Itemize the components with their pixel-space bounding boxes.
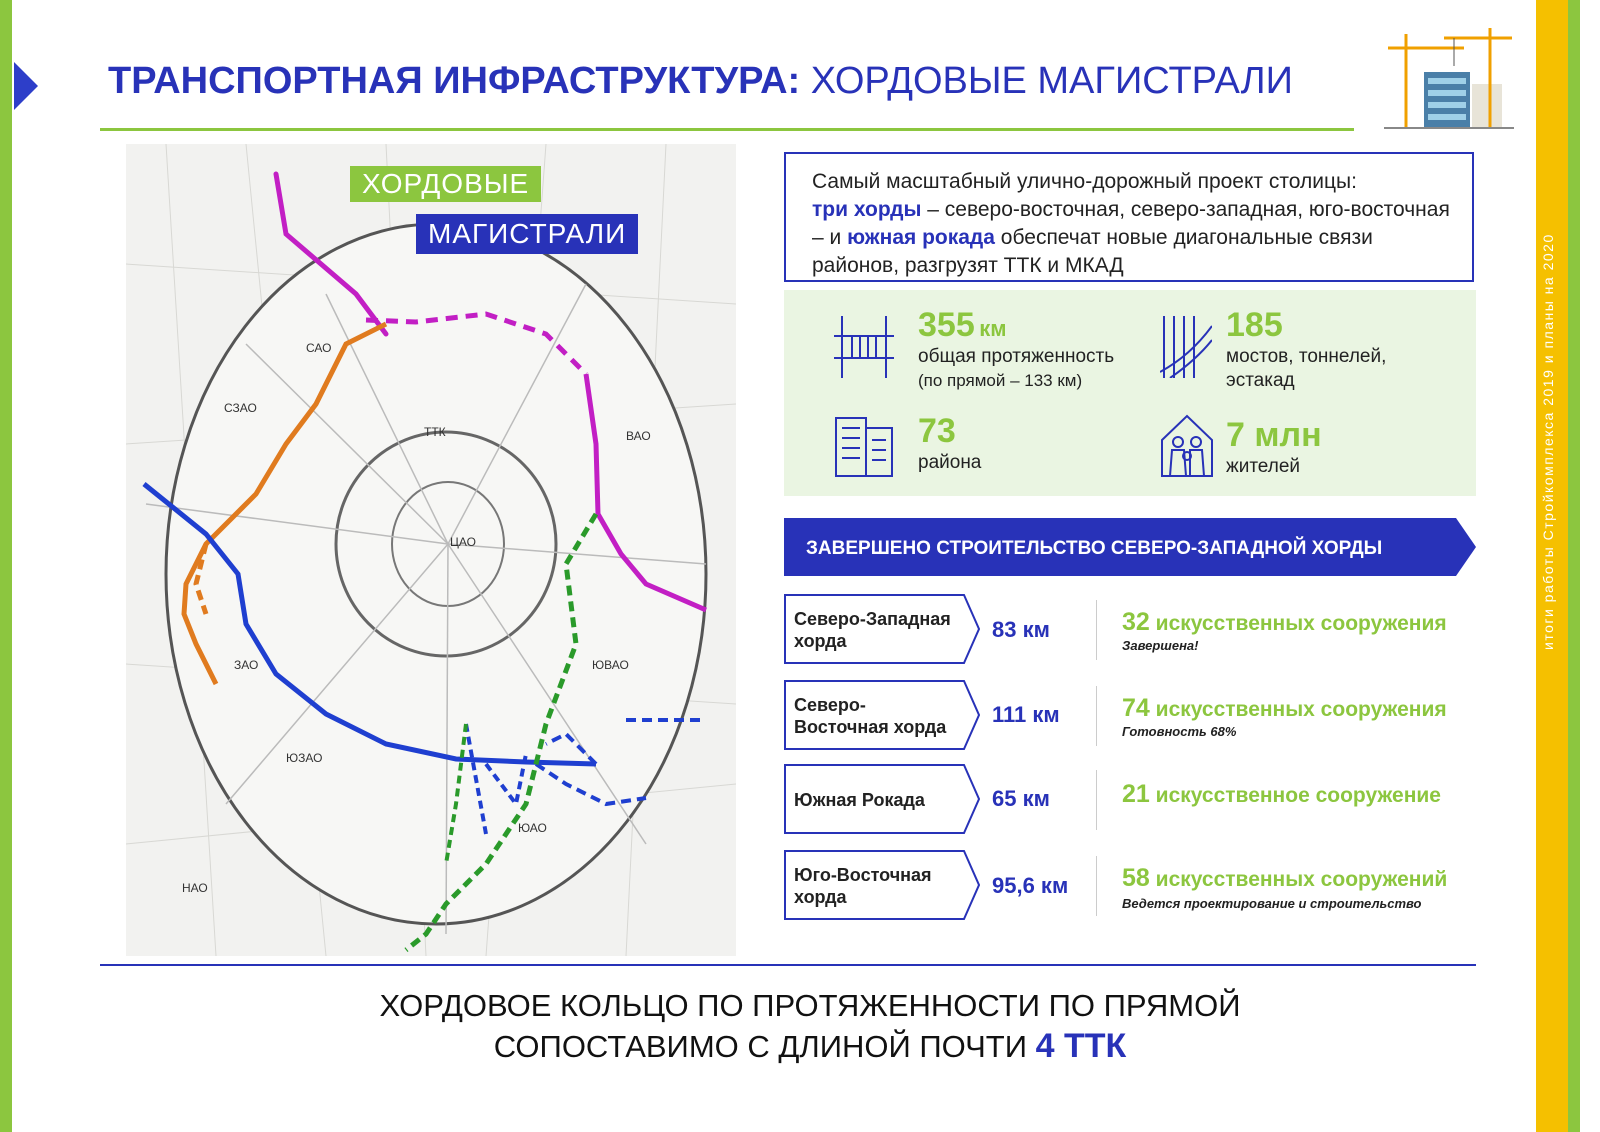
map-label-ttk: ТТК xyxy=(424,425,446,439)
banner-text: ЗАВЕРШЕНО СТРОИТЕЛЬСТВО СЕВЕРО-ЗАПАДНОЙ … xyxy=(806,538,1383,559)
row-struct-label: искусственное сооружение xyxy=(1155,784,1441,807)
map-district-yuao: ЮАО xyxy=(518,821,547,835)
stat-residents-label: жителей xyxy=(1226,456,1301,477)
row-km-ne: 111 км xyxy=(992,702,1060,727)
map-district-sao: САО xyxy=(306,341,331,355)
stat-districts-value: 73 xyxy=(918,412,956,450)
stat-length-unit: км xyxy=(979,316,1007,341)
road-icon xyxy=(834,316,894,378)
row-divider xyxy=(1096,686,1097,746)
row-divider xyxy=(1096,600,1097,660)
stat-districts: 73 района xyxy=(918,412,981,475)
footer-line1: ХОРДОВОЕ КОЛЬЦО ПО ПРОТЯЖЕННОСТИ ПО ПРЯМ… xyxy=(379,988,1241,1023)
map-district-yuvao: ЮВАО xyxy=(592,658,629,672)
footer-highlight: 4 ТТК xyxy=(1035,1027,1127,1065)
right-green-stripe xyxy=(1568,0,1580,1132)
row-struct-label: искусственных сооружения xyxy=(1155,612,1447,635)
stat-bridges-value: 185 xyxy=(1226,306,1283,344)
chord-highways-map: САО СЗАО ВАО ЦАО ЗАО ЮВАО ЮЗАО ЮАО НАО Т… xyxy=(126,144,736,956)
row-struct-nw: 32 искусственных сооружения xyxy=(1122,608,1447,637)
map-district-vao: ВАО xyxy=(626,429,651,443)
footer-statement: ХОРДОВОЕ КОЛЬЦО ПО ПРОТЯЖЕННОСТИ ПО ПРЯМ… xyxy=(100,986,1520,1067)
map-district-nao: НАО xyxy=(182,881,208,895)
intro-highlight-rokada: южная рокада xyxy=(847,226,995,249)
row-name-line1: Северо- xyxy=(794,695,866,715)
title-light: ХОРДОВЫЕ МАГИСТРАЛИ xyxy=(810,60,1293,102)
row-divider xyxy=(1096,856,1097,916)
construction-crane-icon xyxy=(1384,28,1514,129)
row-name-nw: Северо-Западная хорда xyxy=(794,608,951,652)
row-name-se: Юго-Восточная хорда xyxy=(794,864,932,908)
stat-length-label: общая протяженность xyxy=(918,346,1115,367)
stat-length: 355 км общая протяженность (по прямой – … xyxy=(918,306,1114,393)
map-district-cao: ЦАО xyxy=(450,535,476,549)
overpass-icon xyxy=(1160,316,1212,378)
row-km-nw: 83 км xyxy=(992,617,1050,642)
map-district-yuzao: ЮЗАО xyxy=(286,751,322,765)
intro-text-1: Самый масштабный улично-дорожный проект … xyxy=(812,170,1357,193)
map-label-line2: МАГИСТРАЛИ xyxy=(416,214,639,254)
row-note-ne: Готовность 68% xyxy=(1122,724,1237,739)
row-struct-label: искусственных сооружений xyxy=(1155,868,1448,891)
page-title: ТРАНСПОРТНАЯ ИНФРАСТРУКТУРА: ХОРДОВЫЕ МА… xyxy=(108,60,1293,103)
row-km-south: 65 км xyxy=(992,786,1050,811)
row-note-nw: Завершена! xyxy=(1122,638,1199,653)
stat-length-value: 355 xyxy=(918,306,975,344)
stat-residents: 7 млн жителей xyxy=(1226,416,1322,479)
intro-box: Самый масштабный улично-дорожный проект … xyxy=(784,152,1474,282)
buildings-icon xyxy=(835,417,893,477)
row-divider xyxy=(1096,770,1097,830)
map-district-szao: СЗАО xyxy=(224,401,257,415)
row-struct-count: 74 xyxy=(1122,694,1150,722)
row-name-line1: Северо-Западная xyxy=(794,609,951,629)
row-note-se: Ведется проектирование и строительство xyxy=(1122,896,1422,911)
row-name-line2: хорда xyxy=(794,887,847,907)
row-name-line1: Южная Рокада xyxy=(794,790,925,810)
stat-bridges-sublabel: эстакад xyxy=(1226,370,1295,391)
row-struct-count: 58 xyxy=(1122,864,1150,892)
row-name-line2: Восточная хорда xyxy=(794,717,947,737)
row-struct-count: 21 xyxy=(1122,780,1150,808)
map-district-zao: ЗАО xyxy=(234,658,258,672)
row-struct-count: 32 xyxy=(1122,608,1150,636)
title-underline xyxy=(100,128,1354,131)
stat-length-sublabel: (по прямой – 133 км) xyxy=(918,371,1083,390)
row-name-ne: Северо- Восточная хорда xyxy=(794,694,946,738)
side-caption: итоги работы Стройкомплекса 2019 и планы… xyxy=(1540,233,1556,650)
stat-districts-label: района xyxy=(918,452,982,473)
intro-highlight-chords: три хорды xyxy=(812,198,922,221)
title-arrow-icon xyxy=(14,62,38,110)
family-house-icon xyxy=(1161,414,1213,477)
stat-bridges-label: мостов, тоннелей, xyxy=(1226,346,1387,367)
title-bold: ТРАНСПОРТНАЯ ИНФРАСТРУКТУРА: xyxy=(108,60,801,102)
row-struct-south: 21 искусственное сооружение xyxy=(1122,780,1441,809)
left-green-stripe xyxy=(0,0,12,1132)
row-struct-ne: 74 искусственных сооружения xyxy=(1122,694,1447,723)
row-struct-se: 58 искусственных сооружений xyxy=(1122,864,1447,893)
row-struct-label: искусственных сооружения xyxy=(1155,698,1447,721)
bottom-divider xyxy=(100,964,1476,966)
row-km-se: 95,6 км xyxy=(992,873,1069,898)
map-label-line1: ХОРДОВЫЕ xyxy=(350,166,542,202)
stat-bridges: 185 мостов, тоннелей, эстакад xyxy=(1226,306,1386,393)
row-name-south: Южная Рокада xyxy=(794,789,925,811)
row-name-line1: Юго-Восточная xyxy=(794,865,932,885)
row-name-line2: хорда xyxy=(794,631,847,651)
footer-line2: СОПОСТАВИМО С ДЛИНОЙ ПОЧТИ xyxy=(493,1029,1027,1064)
stat-residents-value: 7 млн xyxy=(1226,416,1322,454)
